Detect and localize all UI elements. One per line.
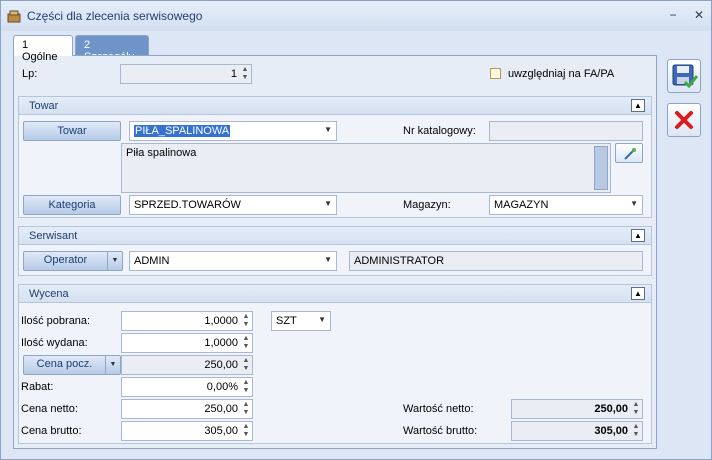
section-serwisant-title: Serwisant <box>29 230 78 242</box>
wartosc-netto-label: Wartość netto: <box>403 403 474 415</box>
operator-name-field[interactable]: ADMINISTRATOR <box>349 251 643 271</box>
spinner-icon[interactable]: ▲ ▼ <box>241 379 251 395</box>
chevron-down-icon[interactable]: ▼ <box>108 252 122 270</box>
collapse-icon[interactable]: ▲ <box>631 287 645 300</box>
app-icon <box>7 10 21 23</box>
section-wycena: Wycena ▲ Ilość pobrana: 1,0000 ▲ ▼ SZT ▼ … <box>18 284 652 444</box>
cancel-button[interactable] <box>667 103 701 137</box>
chevron-down-icon[interactable]: ▼ <box>324 199 332 208</box>
chevron-down-icon[interactable]: ▼ <box>324 125 332 134</box>
tab-panel-ogolne: Lp: 1 ▲ ▼ uwzględniaj na FA/PA Towar ▲ To… <box>13 55 657 449</box>
section-towar: Towar ▲ Towar PIŁA_SPALINOWA ▼ Nr katalo… <box>18 96 652 218</box>
ilosc-wydana-label: Ilość wydana: <box>21 337 88 349</box>
minimize-icon[interactable]: − <box>665 8 681 24</box>
tab-szczegoly[interactable]: 2 Szczegóły <box>75 35 149 63</box>
chevron-down-icon[interactable]: ▼ <box>106 356 120 374</box>
dialog-window: Części dla zlecenia serwisowego − ✕ 1 Og… <box>0 0 712 460</box>
title-bar: Części dla zlecenia serwisowego − ✕ <box>1 1 711 31</box>
magazyn-combo[interactable]: MAGAZYN ▼ <box>489 195 643 215</box>
chevron-down-icon[interactable]: ▼ <box>324 255 332 264</box>
nr-katalogowy-label: Nr katalogowy: <box>403 125 476 137</box>
collapse-icon[interactable]: ▲ <box>631 229 645 242</box>
lp-spinner-icon[interactable]: ▲ ▼ <box>240 66 250 82</box>
magazyn-label: Magazyn: <box>403 199 451 211</box>
spinner-icon[interactable]: ▲ ▼ <box>631 423 641 439</box>
cena-pocz-split-button[interactable]: Cena pocz. ▼ <box>23 355 121 375</box>
towar-combo[interactable]: PIŁA_SPALINOWA ▼ <box>129 121 337 141</box>
cena-netto-field[interactable]: 250,00 ▲ ▼ <box>121 399 253 419</box>
unit-combo[interactable]: SZT ▼ <box>271 311 331 331</box>
wartosc-netto-field[interactable]: 250,00 ▲ ▼ <box>511 399 643 419</box>
ilosc-pobrana-label: Ilość pobrana: <box>21 315 91 327</box>
cena-pocz-button[interactable]: Cena pocz. <box>24 356 106 374</box>
spinner-icon[interactable]: ▲ ▼ <box>241 335 251 351</box>
description-memo[interactable]: Piła spalinowa <box>121 143 611 193</box>
chevron-down-icon[interactable]: ▼ <box>630 199 638 208</box>
section-serwisant: Serwisant ▲ Operator ▼ ADMIN ▼ ADMINISTR… <box>18 226 652 276</box>
rabat-field[interactable]: 0,00% ▲ ▼ <box>121 377 253 397</box>
towar-button[interactable]: Towar <box>23 121 121 141</box>
fa-pa-label: uwzględniaj na FA/PA <box>508 68 615 80</box>
cancel-icon <box>675 111 693 129</box>
save-button[interactable] <box>667 59 701 93</box>
edit-description-button[interactable] <box>615 143 643 163</box>
section-wycena-title: Wycena <box>29 288 69 300</box>
cena-brutto-label: Cena brutto: <box>21 425 82 437</box>
ilosc-wydana-field[interactable]: 1,0000 ▲ ▼ <box>121 333 253 353</box>
lp-field[interactable]: 1 ▲ ▼ <box>120 64 252 84</box>
cena-pocz-field[interactable]: 250,00 ▲ ▼ <box>121 355 253 375</box>
close-icon[interactable]: ✕ <box>691 8 707 24</box>
rabat-label: Rabat: <box>21 381 54 393</box>
memo-scrollbar[interactable] <box>594 146 608 190</box>
save-icon <box>672 64 699 89</box>
kategoria-button[interactable]: Kategoria <box>23 195 121 215</box>
cena-brutto-field[interactable]: 305,00 ▲ ▼ <box>121 421 253 441</box>
nr-katalogowy-field[interactable] <box>489 121 643 141</box>
edit-icon <box>624 148 636 160</box>
tab-ogolne[interactable]: 1 Ogólne <box>13 35 73 63</box>
ilosc-pobrana-field[interactable]: 1,0000 ▲ ▼ <box>121 311 253 331</box>
operator-split-button[interactable]: Operator ▼ <box>23 251 123 271</box>
cena-netto-label: Cena netto: <box>21 403 78 415</box>
spinner-icon[interactable]: ▲ ▼ <box>241 423 251 439</box>
kategoria-combo[interactable]: SPRZED.TOWARÓW ▼ <box>129 195 337 215</box>
operator-button[interactable]: Operator <box>24 252 108 270</box>
spinner-icon[interactable]: ▲ ▼ <box>241 313 251 329</box>
window-title: Części dla zlecenia serwisowego <box>27 9 203 23</box>
collapse-icon[interactable]: ▲ <box>631 99 645 112</box>
section-towar-title: Towar <box>29 100 59 112</box>
spinner-icon[interactable]: ▲ ▼ <box>631 401 641 417</box>
wartosc-brutto-label: Wartość brutto: <box>403 425 478 437</box>
section-wycena-header: Wycena ▲ <box>19 285 651 303</box>
chevron-down-icon[interactable]: ▼ <box>318 315 326 324</box>
fa-pa-checkbox[interactable] <box>490 68 501 79</box>
spinner-icon[interactable]: ▲ ▼ <box>241 401 251 417</box>
wartosc-brutto-field[interactable]: 305,00 ▲ ▼ <box>511 421 643 441</box>
lp-label: Lp: <box>22 68 38 80</box>
section-serwisant-header: Serwisant ▲ <box>19 227 651 245</box>
section-towar-header: Towar ▲ <box>19 97 651 115</box>
operator-combo[interactable]: ADMIN ▼ <box>129 251 337 271</box>
spinner-icon[interactable]: ▲ ▼ <box>241 357 251 373</box>
